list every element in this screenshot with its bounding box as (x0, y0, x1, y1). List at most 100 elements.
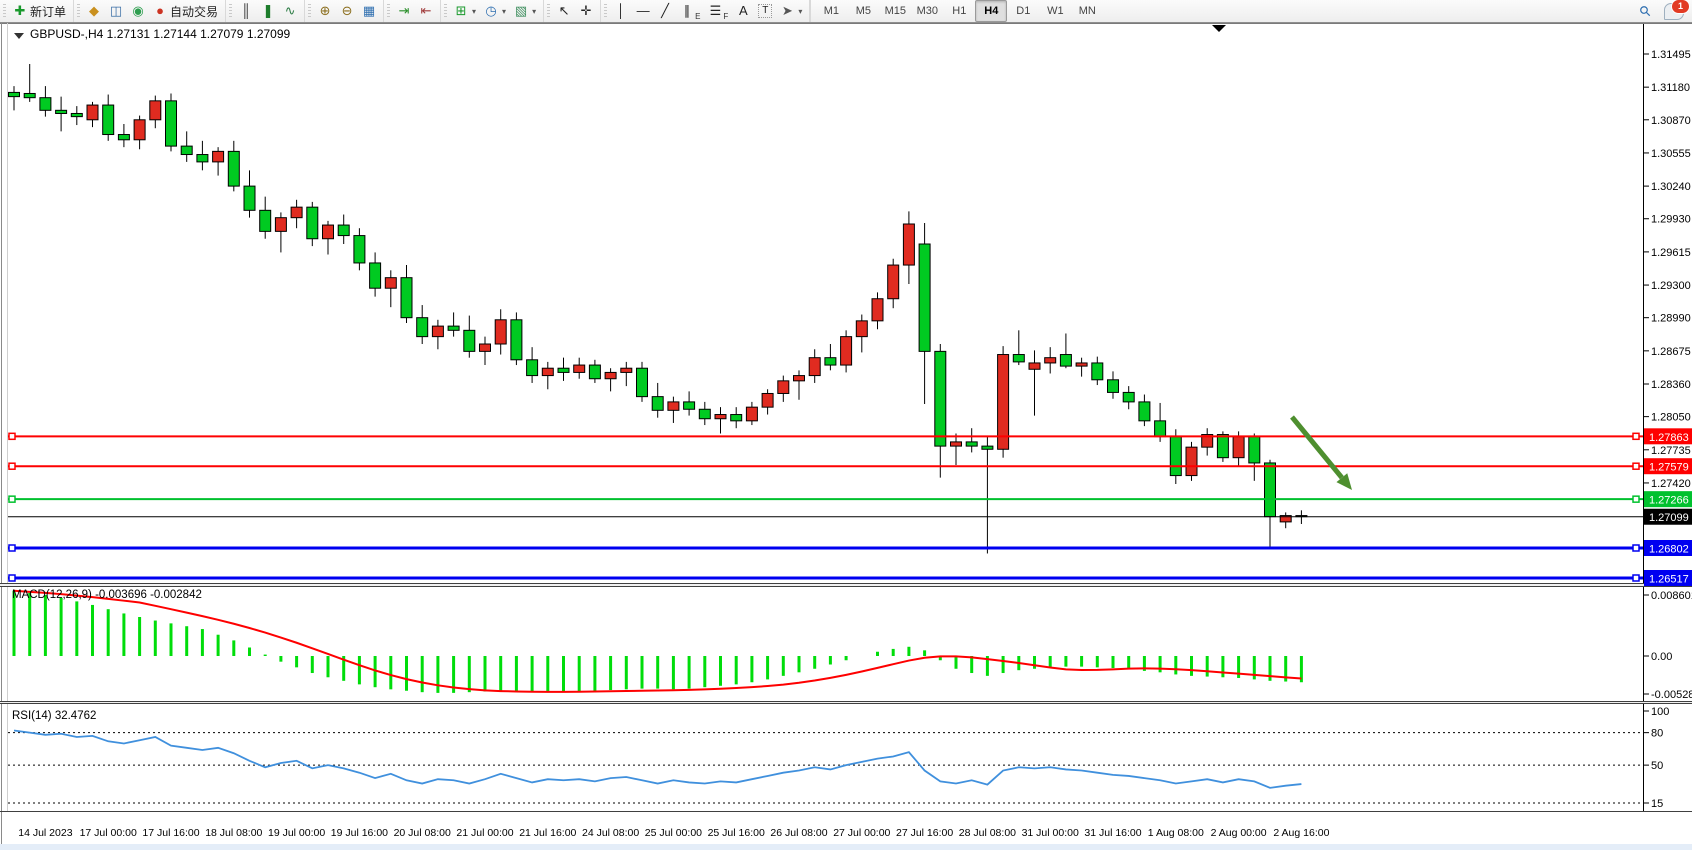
new-order-button[interactable]: ✚新订单 (9, 0, 70, 22)
auto-scroll-button[interactable]: ⇥ (393, 0, 415, 22)
timeframe-button-m30[interactable]: M30 (911, 0, 943, 22)
new-order-button-label: 新订单 (30, 3, 66, 20)
arrows-tool[interactable]: ➤▾ (776, 0, 806, 22)
signals-button[interactable]: ◉ (127, 0, 149, 22)
trendline-tool[interactable]: ╱ (654, 0, 676, 22)
bar-chart-button[interactable]: ║ (235, 0, 257, 22)
time-axis-label: 28 Jul 08:00 (959, 827, 1016, 839)
vertical-line-tool[interactable]: │ (610, 0, 632, 22)
new-order-icon: ✚ (13, 2, 27, 20)
chart-shift-button[interactable]: ⇤ (415, 0, 437, 22)
timeframe-button-d1[interactable]: D1 (1007, 0, 1039, 22)
line-handle[interactable] (9, 545, 15, 551)
time-axis-label: 31 Jul 00:00 (1022, 827, 1079, 839)
price-tick-label: 1.30870 (1651, 115, 1691, 127)
timeframe-button-h1[interactable]: H1 (943, 0, 975, 22)
tile-windows-button[interactable]: ▦ (358, 0, 380, 22)
text-icon: A (736, 2, 750, 20)
line-handle[interactable] (9, 463, 15, 469)
candlestick (637, 362, 648, 402)
time-axis-label: 31 Jul 16:00 (1084, 827, 1141, 839)
price-line-label-text: 1.27579 (1649, 462, 1689, 474)
zoom-out-button[interactable]: ⊖ (336, 0, 358, 22)
price-tick-label: 1.30240 (1651, 181, 1691, 193)
horizontal-line-tool[interactable]: — (632, 0, 654, 22)
text-label-tool[interactable]: T (754, 0, 776, 22)
time-axis-label: 27 Jul 00:00 (833, 827, 890, 839)
rsi-axis-label: 50 (1651, 760, 1663, 772)
dropdown-caret-icon: ▾ (502, 7, 506, 16)
navigator-icon: ◫ (109, 2, 123, 20)
timeframe-button-m5[interactable]: M5 (847, 0, 879, 22)
line-handle[interactable] (9, 575, 15, 581)
pane-separator[interactable] (0, 586, 1692, 587)
navigator-button[interactable]: ◫ (105, 0, 127, 22)
price-tick-label: 1.29300 (1651, 280, 1691, 292)
chat-icon[interactable]: 1 (1664, 3, 1684, 20)
pane-separator[interactable] (0, 703, 1692, 704)
line-handle[interactable] (1633, 433, 1639, 439)
price-line-label-text: 1.27266 (1649, 495, 1689, 507)
dropdown-caret-icon: ▾ (472, 7, 476, 16)
macd-axis-label: 0.00 (1651, 651, 1672, 663)
line-handle[interactable] (1633, 496, 1639, 502)
price-tick-label: 1.31180 (1651, 82, 1690, 94)
toolbar-group: ✚新订单 (0, 0, 74, 22)
time-axis-label: 14 Jul 2023 (18, 827, 72, 839)
trendline-icon: ╱ (658, 2, 672, 20)
line-chart-button[interactable]: ∿ (279, 0, 301, 22)
periods-button[interactable]: ◷▾ (480, 0, 510, 22)
bar-chart-icon: ║ (239, 2, 253, 20)
text-tool[interactable]: A (732, 0, 754, 22)
line-handle[interactable] (9, 496, 15, 502)
market-watch-button[interactable]: ◆ (83, 0, 105, 22)
candlestick-chart-button[interactable]: ❚ (257, 0, 279, 22)
price-line-label-text: 1.26802 (1649, 544, 1689, 556)
toolbar-group: │ — ╱∥E☰FAT➤▾ (601, 0, 810, 22)
line-handle[interactable] (1633, 575, 1639, 581)
price-tick-label: 1.27420 (1651, 478, 1691, 490)
pane-separator (0, 584, 1692, 586)
rsi-axis-label: 15 (1651, 798, 1663, 810)
pane-separator[interactable] (0, 583, 1692, 584)
line-handle[interactable] (1633, 545, 1639, 551)
candlestick (166, 93, 177, 151)
indicators-button[interactable]: ⊞▾ (450, 0, 480, 22)
equidistant-channel-tool[interactable]: ∥E (676, 0, 704, 22)
timeframe-button-mn[interactable]: MN (1071, 0, 1103, 22)
price-line-label-text: 1.26517 (1649, 574, 1689, 586)
price-tick-label: 1.29615 (1651, 247, 1691, 259)
price-tick-label: 1.28360 (1651, 379, 1691, 391)
time-axis-label: 21 Jul 16:00 (519, 827, 576, 839)
pane-separator[interactable] (0, 701, 1692, 702)
timeframe-button-w1[interactable]: W1 (1039, 0, 1071, 22)
price-tick-label: 1.27735 (1651, 445, 1691, 457)
macd-axis-label: 0.008601 (1651, 590, 1692, 602)
line-handle[interactable] (1633, 463, 1639, 469)
fibonacci-icon-sub: F (723, 12, 728, 21)
templates-button[interactable]: ▧▾ (510, 0, 540, 22)
chart-area[interactable]: 1.314951.311801.308701.305551.302401.299… (0, 22, 1692, 850)
horizontal-line-icon: — (636, 2, 650, 20)
price-tick-label: 1.29930 (1651, 214, 1691, 226)
time-axis-label: 26 Jul 08:00 (770, 827, 827, 839)
channel-icon: ∥ (680, 2, 694, 20)
vertical-line-icon: │ (614, 2, 628, 20)
time-axis-label: 27 Jul 16:00 (896, 827, 953, 839)
zoom-in-icon: ⊕ (318, 2, 332, 20)
fibonacci-tool[interactable]: ☰F (704, 0, 732, 22)
line-handle[interactable] (9, 433, 15, 439)
crosshair-tool[interactable]: ✛ (575, 0, 597, 22)
timeframe-button-m1[interactable]: M1 (815, 0, 847, 22)
autotrading-button[interactable]: ●自动交易 (149, 0, 222, 22)
zoom-in-button[interactable]: ⊕ (314, 0, 336, 22)
time-axis-label: 25 Jul 00:00 (645, 827, 702, 839)
search-icon[interactable]: ⚲ (1634, 0, 1656, 22)
cursor-tool[interactable]: ↖ (553, 0, 575, 22)
timeframe-button-h4[interactable]: H4 (975, 0, 1007, 22)
price-tick-label: 1.28675 (1651, 346, 1691, 358)
timeframe-button-m15[interactable]: M15 (879, 0, 911, 22)
toolbar-group: ↖✛ (544, 0, 601, 22)
crosshair-icon: ✛ (579, 2, 593, 20)
time-axis-label: 19 Jul 16:00 (331, 827, 388, 839)
